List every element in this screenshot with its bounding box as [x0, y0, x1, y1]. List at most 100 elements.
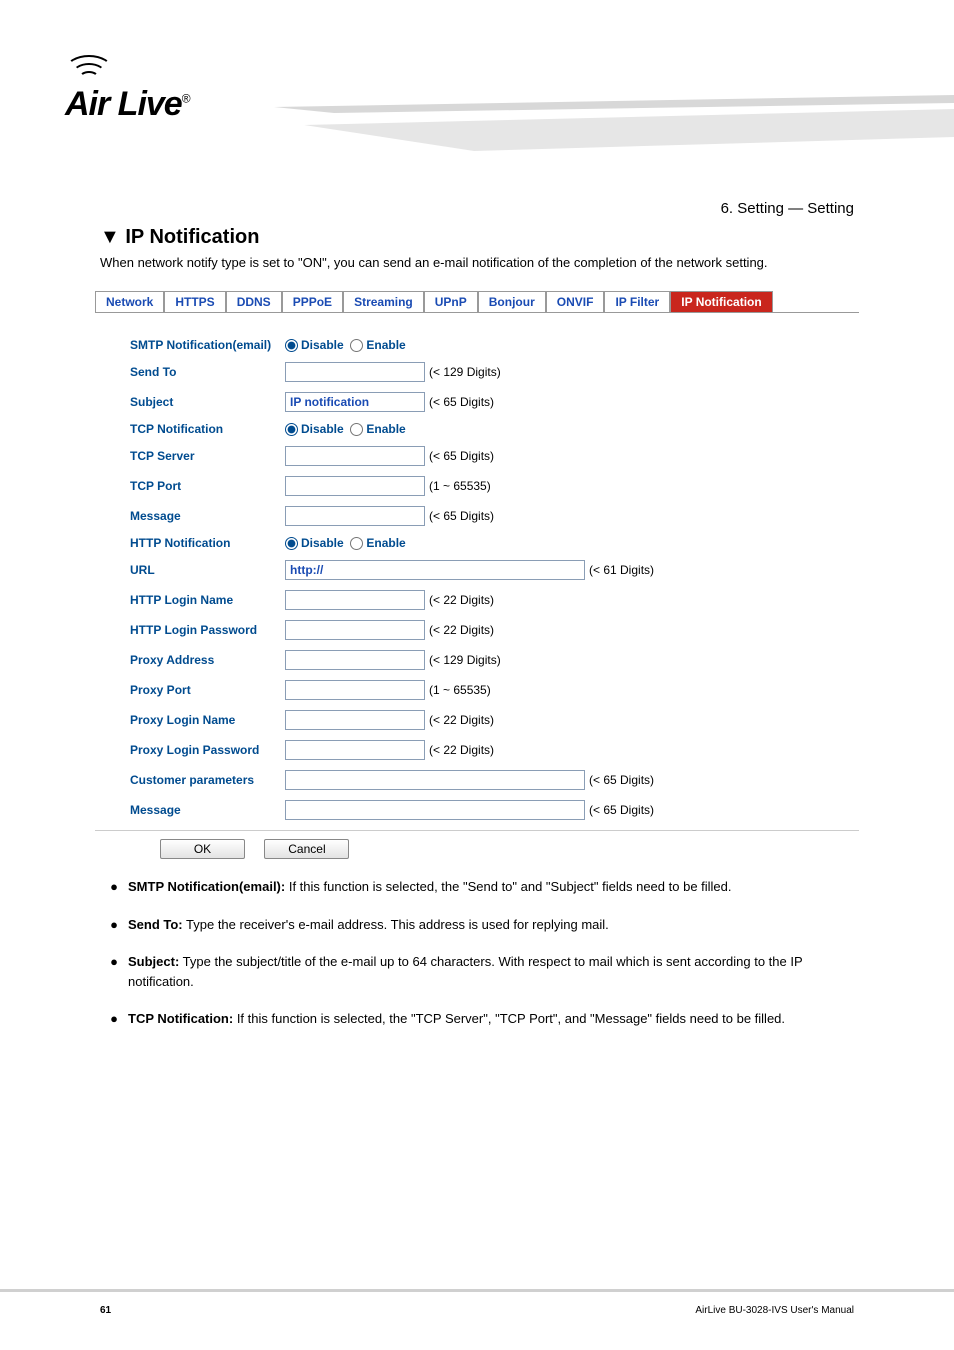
tab-ipfilter[interactable]: IP Filter: [604, 291, 670, 312]
input-sendto[interactable]: [285, 362, 425, 382]
input-tcpserver[interactable]: [285, 446, 425, 466]
input-httppass[interactable]: [285, 620, 425, 640]
bullet-title: Send To:: [128, 917, 183, 932]
hint-sendto: (< 129 Digits): [429, 365, 501, 379]
lbl-httplogin: HTTP Login Name: [130, 593, 285, 607]
bullet-dot-icon: ●: [100, 915, 128, 935]
bullet-item: ● Subject: Type the subject/title of the…: [100, 952, 854, 991]
hint-message2: (< 65 Digits): [589, 803, 654, 817]
hint-tcpport: (1 ~ 65535): [429, 479, 491, 493]
lbl-subject: Subject: [130, 395, 285, 409]
lbl-tcpnotif: TCP Notification: [130, 422, 285, 436]
input-proxyport[interactable]: [285, 680, 425, 700]
hint-tcpserver: (< 65 Digits): [429, 449, 494, 463]
hint-proxyaddr: (< 129 Digits): [429, 653, 501, 667]
hint-proxylogin: (< 22 Digits): [429, 713, 494, 727]
bullet-body: Type the subject/title of the e-mail up …: [128, 954, 802, 989]
bullet-body: If this function is selected, the "TCP S…: [233, 1011, 785, 1026]
bullet-list: ● SMTP Notification(email): If this func…: [100, 877, 854, 1029]
bullet-item: ● TCP Notification: If this function is …: [100, 1009, 854, 1029]
lbl-smtp: SMTP Notification(email): [130, 338, 285, 352]
bullet-dot-icon: ●: [100, 1009, 128, 1029]
bullet-title: SMTP Notification(email):: [128, 879, 285, 894]
tab-ipnotification[interactable]: IP Notification: [670, 291, 772, 312]
bullet-title: Subject:: [128, 954, 179, 969]
radio-http-enable[interactable]: Enable: [350, 536, 405, 550]
footer-manual-title: AirLive BU-3028-IVS User's Manual: [695, 1305, 854, 1316]
section-desc: When network notify type is set to "ON",…: [0, 253, 954, 273]
tab-upnp[interactable]: UPnP: [424, 291, 478, 312]
bullet-item: ● SMTP Notification(email): If this func…: [100, 877, 854, 897]
lbl-message2: Message: [130, 803, 285, 817]
radio-disable-label-2: Disable: [301, 422, 344, 436]
tabs-row: Network HTTPS DDNS PPPoE Streaming UPnP …: [95, 291, 859, 313]
logo: Air Live®: [65, 55, 265, 124]
chapter-banner: 6. Setting — Setting: [721, 200, 854, 217]
lbl-proxyaddr: Proxy Address: [130, 653, 285, 667]
lbl-proxylogin: Proxy Login Name: [130, 713, 285, 727]
hint-message: (< 65 Digits): [429, 509, 494, 523]
logo-tm: ®: [182, 92, 190, 106]
tab-pppoe[interactable]: PPPoE: [282, 291, 343, 312]
radio-enable-label-3: Enable: [366, 536, 405, 550]
hint-custparam: (< 65 Digits): [589, 773, 654, 787]
hint-proxypass: (< 22 Digits): [429, 743, 494, 757]
hint-proxyport: (1 ~ 65535): [429, 683, 491, 697]
hint-url: (< 61 Digits): [589, 563, 654, 577]
radio-tcp-disable[interactable]: Disable: [285, 422, 344, 436]
input-tcpport[interactable]: [285, 476, 425, 496]
logo-name: Air Live: [65, 85, 182, 123]
lbl-httpnotif: HTTP Notification: [130, 536, 285, 550]
section-title: ▼ IP Notification: [0, 226, 954, 249]
bullet-body: If this function is selected, the "Send …: [285, 879, 731, 894]
input-subject[interactable]: [285, 392, 425, 412]
bullet-dot-icon: ●: [100, 952, 128, 991]
lbl-proxyport: Proxy Port: [130, 683, 285, 697]
tab-https[interactable]: HTTPS: [164, 291, 225, 312]
radio-disable-label: Disable: [301, 338, 344, 352]
radio-enable-label: Enable: [366, 338, 405, 352]
bullet-item: ● Send To: Type the receiver's e-mail ad…: [100, 915, 854, 935]
tab-network[interactable]: Network: [95, 291, 164, 312]
hint-httplogin: (< 22 Digits): [429, 593, 494, 607]
footer-page: 61: [100, 1305, 111, 1316]
lbl-tcpserver: TCP Server: [130, 449, 285, 463]
lbl-tcpport: TCP Port: [130, 479, 285, 493]
lbl-url: URL: [130, 563, 285, 577]
bullet-dot-icon: ●: [100, 877, 128, 897]
bullet-body: Type the receiver's e-mail address. This…: [183, 917, 609, 932]
wifi-arcs-icon: [65, 55, 125, 85]
input-message2[interactable]: [285, 800, 585, 820]
lbl-httppass: HTTP Login Password: [130, 623, 285, 637]
cancel-button[interactable]: Cancel: [264, 839, 349, 859]
radio-smtp-enable[interactable]: Enable: [350, 338, 405, 352]
input-message[interactable]: [285, 506, 425, 526]
ok-button[interactable]: OK: [160, 839, 245, 859]
radio-disable-label-3: Disable: [301, 536, 344, 550]
input-proxypass[interactable]: [285, 740, 425, 760]
radio-tcp-enable[interactable]: Enable: [350, 422, 405, 436]
input-url[interactable]: [285, 560, 585, 580]
input-httplogin[interactable]: [285, 590, 425, 610]
tab-streaming[interactable]: Streaming: [343, 291, 424, 312]
tab-bonjour[interactable]: Bonjour: [478, 291, 546, 312]
tab-ddns[interactable]: DDNS: [226, 291, 282, 312]
input-proxyaddr[interactable]: [285, 650, 425, 670]
form-area: SMTP Notification(email) Disable Enable …: [95, 338, 859, 821]
tab-onvif[interactable]: ONVIF: [546, 291, 605, 312]
logo-text: Air Live®: [65, 85, 265, 124]
lbl-proxypass: Proxy Login Password: [130, 743, 285, 757]
lbl-message: Message: [130, 509, 285, 523]
lbl-sendto: Send To: [130, 365, 285, 379]
radio-enable-label-2: Enable: [366, 422, 405, 436]
hint-httppass: (< 22 Digits): [429, 623, 494, 637]
input-proxylogin[interactable]: [285, 710, 425, 730]
radio-smtp-disable[interactable]: Disable: [285, 338, 344, 352]
header-stripe-icon: [274, 95, 954, 155]
lbl-custparam: Customer parameters: [130, 773, 285, 787]
footer-bar: [0, 1289, 954, 1292]
radio-http-disable[interactable]: Disable: [285, 536, 344, 550]
input-custparam[interactable]: [285, 770, 585, 790]
bullet-title: TCP Notification:: [128, 1011, 233, 1026]
hint-subject: (< 65 Digits): [429, 395, 494, 409]
